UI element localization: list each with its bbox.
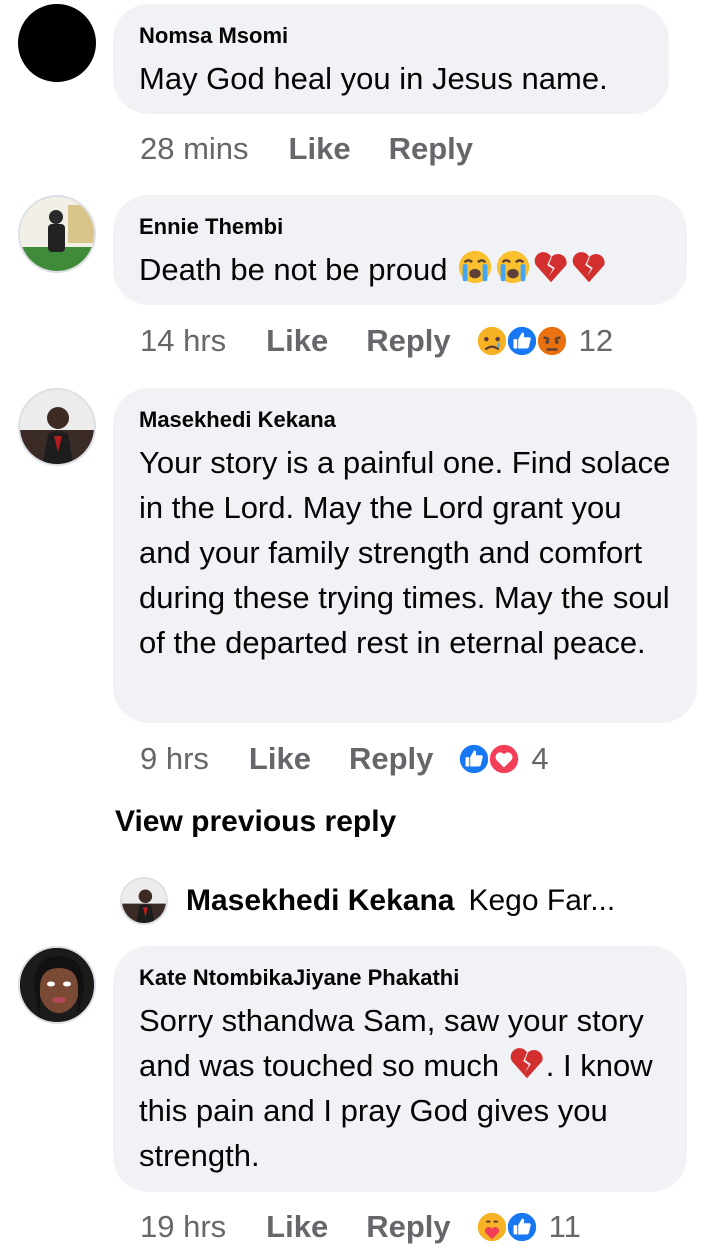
comment-time[interactable]: 14 hrs	[140, 323, 226, 359]
reply-button[interactable]: Reply	[389, 131, 473, 167]
comment-author[interactable]: Kate NtombikaJiyane Phakathi	[139, 964, 661, 992]
avatar[interactable]	[18, 946, 96, 1024]
comment-actions: 19 hrs Like Reply 11	[140, 1205, 581, 1249]
broken-heart-icon	[510, 1048, 543, 1079]
reply-snippet: Kego Far...	[468, 884, 616, 917]
loudly-crying-face-icon	[497, 250, 530, 284]
care-reaction-icon	[475, 1210, 508, 1244]
comment-text: Sorry sthandwa Sam, saw your story and w…	[139, 998, 661, 1178]
comment-text: May God heal you in Jesus name.	[139, 61, 608, 96]
like-button[interactable]: Like	[266, 323, 328, 359]
reaction-summary[interactable]	[457, 742, 521, 776]
avatar[interactable]	[120, 877, 168, 925]
reply-button[interactable]: Reply	[366, 1209, 450, 1245]
like-button[interactable]: Like	[266, 1209, 328, 1245]
like-reaction-icon	[458, 742, 491, 776]
broken-heart-icon	[534, 252, 567, 283]
broken-heart-icon	[572, 252, 605, 283]
avatar[interactable]	[18, 4, 96, 82]
reply-preview[interactable]: Masekhedi Kekana Kego Far...	[120, 874, 615, 928]
like-button[interactable]: Like	[249, 741, 311, 777]
reply-button[interactable]: Reply	[349, 741, 433, 777]
comment-time[interactable]: 19 hrs	[140, 1209, 226, 1245]
sad-reaction-icon	[475, 324, 508, 358]
reaction-summary[interactable]	[475, 324, 568, 358]
like-button[interactable]: Like	[289, 131, 351, 167]
comment-time[interactable]: 28 mins	[140, 131, 249, 167]
comment-actions: 14 hrs Like Reply 12	[140, 319, 613, 363]
avatar-photo-icon	[20, 948, 94, 1022]
avatar[interactable]	[18, 195, 96, 273]
comment-author[interactable]: Ennie Thembi	[139, 213, 661, 241]
comment-text: Death be not be proud	[139, 247, 661, 292]
comment-author[interactable]: Nomsa Msomi	[139, 22, 643, 50]
reaction-summary[interactable]	[475, 1210, 538, 1244]
comment-text-content: Death be not be proud	[139, 252, 448, 287]
comment-author[interactable]: Masekhedi Kekana	[139, 406, 671, 434]
comment-time[interactable]: 9 hrs	[140, 741, 209, 777]
loudly-crying-face-icon	[459, 250, 492, 284]
reply-author[interactable]: Masekhedi Kekana	[186, 884, 454, 918]
avatar[interactable]	[18, 388, 96, 466]
reaction-count[interactable]: 4	[531, 741, 548, 777]
view-previous-reply-link[interactable]: View previous reply	[115, 805, 396, 839]
comment-bubble: Kate NtombikaJiyane Phakathi Sorry sthan…	[113, 946, 687, 1192]
avatar-photo-icon	[122, 879, 166, 923]
comment-text: Your story is a painful one. Find solace…	[139, 445, 671, 660]
reaction-count[interactable]: 11	[549, 1209, 581, 1245]
comment-bubble: Nomsa Msomi May God heal you in Jesus na…	[113, 4, 669, 114]
avatar-photo-icon	[20, 197, 94, 271]
like-reaction-icon	[505, 324, 538, 358]
comment-actions: 9 hrs Like Reply 4	[140, 737, 549, 781]
angry-reaction-icon	[535, 324, 568, 358]
like-reaction-icon	[505, 1210, 538, 1244]
love-reaction-icon	[488, 742, 521, 776]
reaction-count[interactable]: 12	[579, 323, 613, 359]
reply-button[interactable]: Reply	[366, 323, 450, 359]
avatar-photo-icon	[20, 390, 94, 464]
comment-bubble: Ennie Thembi Death be not be proud	[113, 195, 687, 305]
comment-bubble: Masekhedi Kekana Your story is a painful…	[113, 388, 697, 723]
comment-actions: 28 mins Like Reply	[140, 127, 511, 171]
